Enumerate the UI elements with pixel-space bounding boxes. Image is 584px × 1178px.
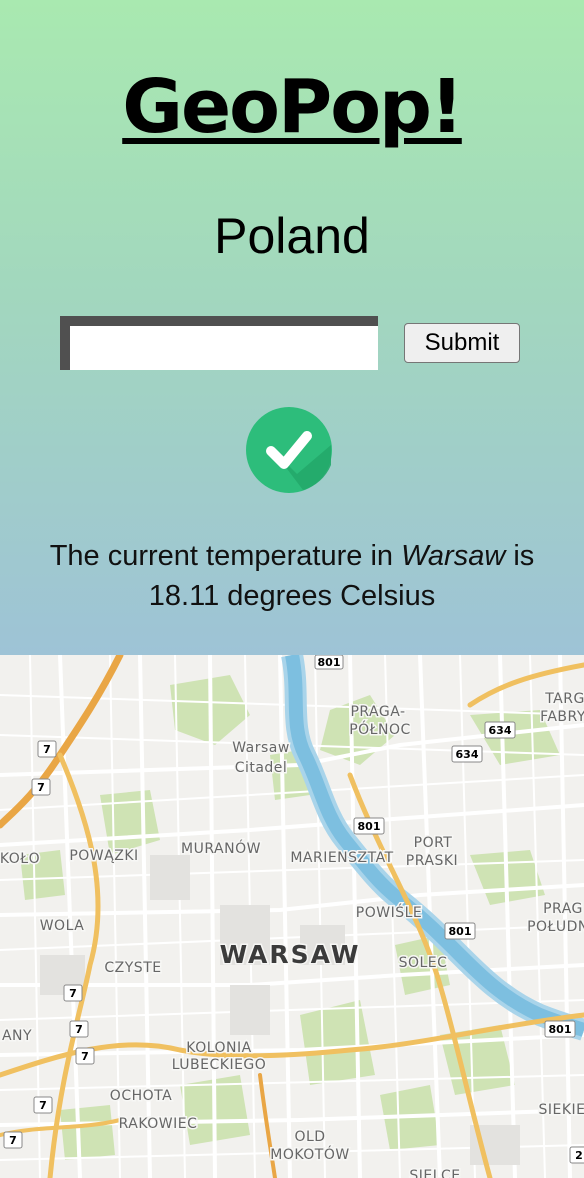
svg-text:7: 7 (75, 1023, 83, 1036)
svg-text:634: 634 (456, 748, 479, 761)
map-label: Warsaw (232, 740, 290, 756)
route-shield: 7 (75, 1047, 95, 1065)
map-label: OCHOTA (110, 1088, 172, 1104)
route-shield: 634 (451, 745, 483, 763)
map-label: SIELCE (409, 1168, 460, 1178)
route-shield: 801 (353, 817, 385, 835)
map-label: WOLA (40, 918, 85, 934)
route-shield: 7 (63, 984, 83, 1002)
map-label: ANY (2, 1028, 32, 1044)
country-name: Poland (214, 208, 370, 264)
map-label: PRAG (543, 901, 583, 917)
header-panel: GeoPop! Poland Submit The current temper… (0, 0, 584, 655)
map-label: MOKOTÓW (270, 1145, 349, 1163)
map-label: FABRY (540, 709, 584, 725)
svg-text:634: 634 (489, 724, 512, 737)
check-icon (245, 405, 335, 495)
route-shield: 7 (37, 740, 57, 758)
route-shield: 801 (314, 655, 344, 670)
map-label: KOLONIA (186, 1040, 251, 1056)
svg-text:801: 801 (358, 820, 381, 833)
map-label: KOŁO (0, 851, 40, 867)
route-shield: 634 (484, 721, 516, 739)
route-shield: 7 (31, 778, 51, 796)
city-map[interactable]: 801 634 634 801 801 801 7 7 7 7 7 7 7 2 … (0, 655, 584, 1178)
result-prefix: The current temperature in (49, 540, 402, 572)
route-shield: 7 (33, 1096, 53, 1114)
map-label: PÓŁNOC (349, 720, 411, 738)
map-label: CZYSTE (104, 960, 161, 976)
map-label: LUBECKIEGO (172, 1057, 267, 1073)
svg-text:7: 7 (69, 987, 77, 1000)
route-shield: 801 (544, 1020, 576, 1038)
submit-button[interactable]: Submit (404, 323, 520, 363)
route-shield: 2 (569, 1146, 584, 1164)
result-city: Warsaw (401, 540, 506, 572)
route-shield: 7 (3, 1131, 23, 1149)
temperature-result: The current temperature in Warsaw is 18.… (0, 536, 584, 616)
map-label: MARIENSZTAT (290, 850, 393, 866)
map-label: MURANÓW (181, 839, 261, 857)
map-label: OLD (294, 1129, 325, 1145)
route-shield: 801 (444, 922, 476, 940)
svg-text:7: 7 (81, 1050, 89, 1063)
result-value: 18.11 degrees Celsius (148, 580, 436, 612)
svg-text:7: 7 (37, 781, 45, 794)
map-label: POWIŚLE (356, 903, 422, 921)
svg-text:7: 7 (39, 1099, 47, 1112)
map-label: POWĄZKI (69, 848, 138, 864)
answer-input[interactable] (60, 316, 378, 370)
route-shield: 7 (69, 1020, 89, 1038)
map-label: PRAGA- (350, 704, 405, 720)
map-label: PRASKI (406, 853, 458, 869)
map-city-label: WARSAW (220, 940, 361, 969)
svg-text:7: 7 (9, 1134, 17, 1147)
result-middle: is (505, 540, 535, 572)
map-label: PORT (414, 835, 453, 851)
map-label: RAKOWIEC (119, 1116, 198, 1132)
app-title: GeoPop! (122, 64, 464, 150)
map-label: SOLEC (399, 955, 448, 971)
svg-text:2: 2 (575, 1149, 583, 1162)
svg-text:801: 801 (549, 1023, 572, 1036)
map-label: TARG (544, 691, 584, 707)
svg-text:801: 801 (449, 925, 472, 938)
map-label: Citadel (235, 760, 288, 776)
svg-text:801: 801 (318, 656, 341, 669)
map-label: SIEKIE (538, 1102, 584, 1118)
map-label: POŁUDN (527, 919, 584, 935)
svg-text:7: 7 (43, 743, 51, 756)
